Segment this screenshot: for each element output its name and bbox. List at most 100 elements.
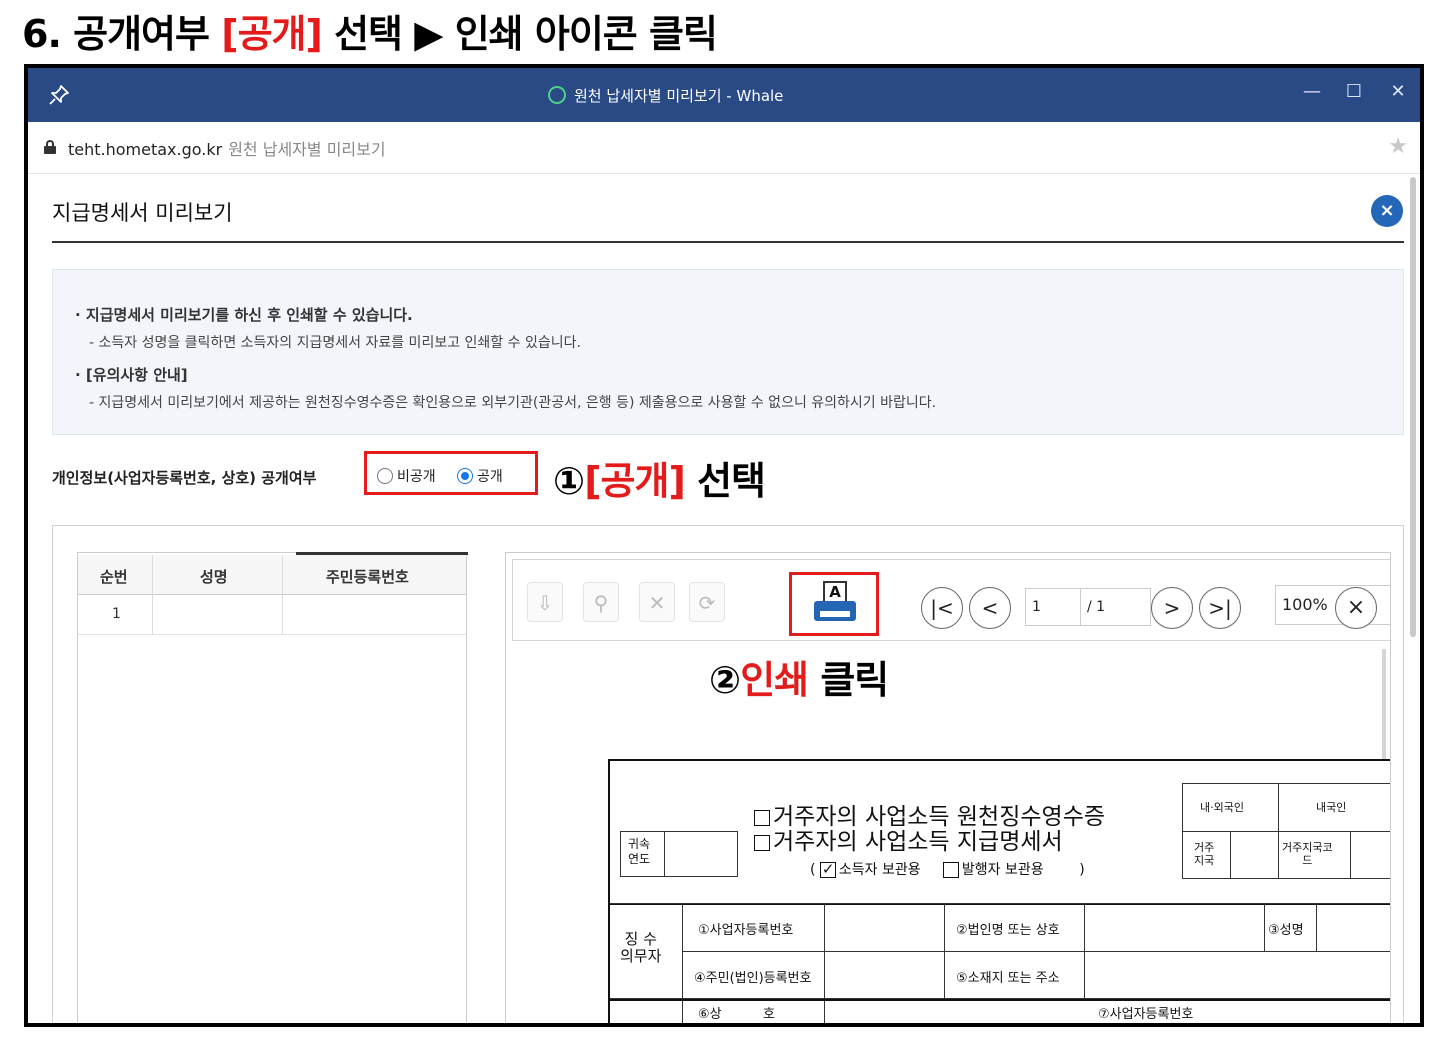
next-page-button[interactable]: > [1151,587,1193,629]
close-window-button[interactable]: ✕ [1384,80,1412,104]
radio-public-label: 공개 [477,469,503,485]
row-no: 1 [112,606,121,622]
save-icon[interactable]: ⇩ [527,582,563,622]
keep-payer-checkbox [942,862,959,878]
guide-part2: 선택 [334,12,403,56]
step2-text: 클릭 [820,658,889,702]
preview-panel: 순번 성명 주민등록번호 1 ⇩ ⚲ ✕ ⟳ A |< < 1 / 1 > >|… [52,525,1404,1023]
hwp-icon[interactable]: ⟳ [689,582,725,622]
print-paper: A [823,581,847,603]
document-viewer: ⇩ ⚲ ✕ ⟳ A |< < 1 / 1 > >| 100% × ②인쇄 클릭 … [505,552,1391,1023]
guide-bracket: [공개] [221,12,323,56]
step2-red: 인쇄 [740,658,809,702]
print-highlight-box: A [789,572,879,636]
resident-hdr-1: 내·외국인 [1200,801,1244,814]
page-content: 지급명세서 미리보기 × · 지급명세서 미리보기를 하신 후 인쇄할 수 있습… [28,175,1420,1023]
maximize-button[interactable]: ☐ [1340,80,1368,104]
prev-page-button[interactable]: < [969,587,1011,629]
doc-title: 거주자의 사업소득 원천징수영수증 거주자의 사업소득 지급명세서 [754,805,1105,855]
lock-icon [44,140,56,154]
modal-close-button[interactable]: × [1371,195,1403,227]
radio-public-circle[interactable] [457,468,473,484]
field-1: ①사업자등록번호 [698,923,794,938]
col-header-no: 순번 [100,568,128,586]
title-checkbox-1 [754,810,770,826]
withholder-vline [1084,903,1085,999]
col-header-rrn: 주민등록번호 [326,568,409,586]
info-bullet-1: · 지급명세서 미리보기를 하신 후 인쇄할 수 있습니다. [75,306,413,324]
step1-num: ① [553,459,585,503]
section-rule-2 [610,999,1390,1001]
last-page-button[interactable]: >| [1199,587,1241,629]
guide-arrow-icon: ▶ [414,12,443,56]
withholder-vline [682,903,683,1023]
withholder-vline [1264,903,1265,951]
resident-vline [1278,783,1279,879]
page-total: / 1 [1081,588,1151,626]
radio-private-label: 비공개 [397,469,436,485]
page-input[interactable]: 1 [1025,588,1081,626]
col-divider [282,555,283,635]
privacy-highlight-box: 비공개 공개 [364,451,538,495]
list-header: 순번 성명 주민등록번호 [78,555,466,595]
resident-hdr-4: 거주지국코 드 [1282,841,1333,867]
modal-divider [52,241,1404,243]
year-divider [664,831,665,877]
privacy-label: 개인정보(사업자등록번호, 상호) 공개여부 [52,469,317,487]
window-title: 원천 납세자별 미리보기 - Whale [574,86,784,105]
guide-part1: 공개여부 [73,12,210,56]
viewer-toolbar: ⇩ ⚲ ✕ ⟳ A |< < 1 / 1 > >| 100% × [512,559,1390,641]
minimize-button[interactable]: — [1298,80,1326,104]
year-label: 귀속 연도 [628,837,651,866]
col-divider [152,555,153,635]
radio-private[interactable]: 비공개 [377,466,436,486]
first-page-button[interactable]: |< [921,587,963,629]
bookmark-star-icon[interactable]: ★ [1388,134,1408,159]
tax-document: 귀속 연도 거주자의 사업소득 원천징수영수증 거주자의 사업소득 지급명세서 … [608,759,1390,1023]
field-3: ③성명 [1268,923,1304,938]
field-7: ⑦사업자등록번호 [1098,1007,1194,1022]
title-line-1: 거주자의 사업소득 원천징수영수증 [773,804,1106,830]
resident-vline-3 [1350,831,1351,879]
step1-red: [공개] [584,459,686,503]
step2-num: ② [709,658,741,702]
pin-icon[interactable] [48,84,70,106]
withholder-vline [824,903,825,1023]
printer-tray [820,611,850,617]
field-6: ⑥상 호 [698,1007,775,1022]
withholder-vline [944,903,945,999]
keep-payee-checkbox [819,860,836,878]
title-checkbox-2 [754,835,770,851]
guide-heading: 6. 공개여부 [공개] 선택 ▶ 인쇄 아이콘 클릭 [22,8,718,60]
viewer-close-button[interactable]: × [1335,587,1377,629]
url-display[interactable]: teht.hometax.go.kr 원천 납세자별 미리보기 [68,136,386,160]
payee-list: 순번 성명 주민등록번호 1 [77,552,468,1023]
resident-hdr-3: 거주 지국 [1194,841,1215,867]
title-line-2: 거주자의 사업소득 지급명세서 [773,829,1063,855]
step2-annotation: ②인쇄 클릭 [709,649,889,704]
keep-options: ( 소득자 보관용 발행자 보관용 ) [810,859,1085,879]
info-sub-1: - 소득자 성명을 클릭하면 소득자의 지급명세서 자료를 미리보고 인쇄할 수… [89,335,581,351]
withholder-vline [1316,903,1317,951]
keep-payer: 발행자 보관용 [961,862,1044,878]
info-bullet-2: · [유의사항 안내] [75,366,188,384]
step1-annotation: ①[공개] 선택 [553,450,766,505]
excel-icon[interactable]: ✕ [639,582,675,622]
window-title-group: 원천 납세자별 미리보기 - Whale [548,68,783,122]
keep-payee: 소득자 보관용 [838,862,921,878]
radio-private-circle[interactable] [377,468,393,484]
pdf-icon[interactable]: ⚲ [583,582,619,622]
guide-step: 6. [22,12,62,56]
printer-icon[interactable]: A [814,581,856,627]
radio-public[interactable]: 공개 [457,466,503,486]
table-row[interactable]: 1 [78,595,466,635]
resident-vline-2 [1230,831,1231,879]
url-text: teht.hometax.go.kr [68,140,223,159]
guide-part3: 인쇄 아이콘 클릭 [454,12,718,56]
modal-title: 지급명세서 미리보기 [52,201,233,225]
step1-text: 선택 [697,459,766,503]
whale-icon [548,86,566,104]
page-scrollbar[interactable] [1410,177,1416,637]
info-sub-2: - 지급명세서 미리보기에서 제공하는 원천징수영수증은 확인용으로 외부기관(… [89,395,937,411]
address-bar: teht.hometax.go.kr 원천 납세자별 미리보기 ★ [28,122,1420,174]
